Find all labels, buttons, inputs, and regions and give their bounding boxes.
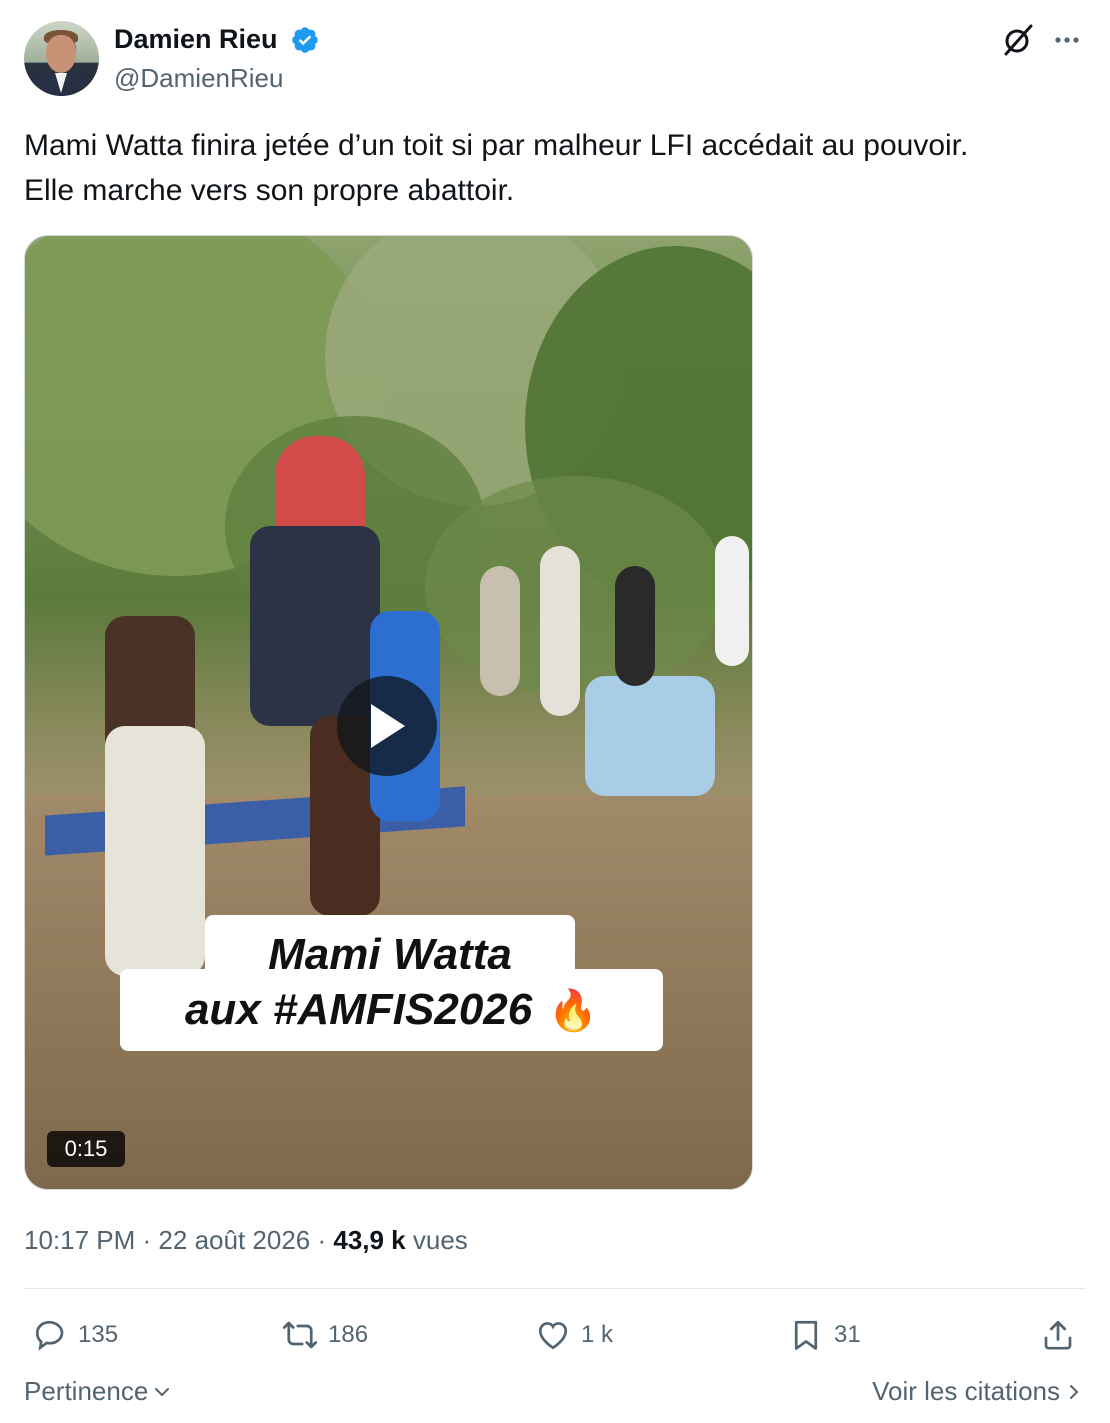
- verified-badge-icon: [292, 27, 318, 53]
- share-button[interactable]: [1040, 1314, 1086, 1356]
- views-count: 43,9 k: [333, 1225, 406, 1255]
- share-icon: [1044, 1320, 1072, 1350]
- tweet-text: Mami Watta finira jetée d’un toit si par…: [24, 123, 1084, 213]
- like-button[interactable]: 1 k: [535, 1314, 613, 1356]
- reply-button[interactable]: 135: [32, 1314, 118, 1356]
- play-button[interactable]: [337, 676, 437, 776]
- meta-separator: ·: [317, 1225, 334, 1255]
- video-thumbnail[interactable]: Mami Watta aux #AMFIS2026 🔥 0:15: [24, 235, 753, 1190]
- repost-icon: [282, 1321, 318, 1349]
- caption-text-2: aux #AMFIS2026: [184, 985, 533, 1034]
- tweet-line-2: Elle marche vers son propre abattoir.: [24, 174, 515, 207]
- like-count: 1 k: [581, 1321, 614, 1348]
- play-icon: [371, 704, 405, 748]
- sort-dropdown[interactable]: Pertinence: [24, 1376, 172, 1407]
- author-handle[interactable]: @DamienRieu: [114, 62, 283, 94]
- tweet-time[interactable]: 10:17 PM: [24, 1225, 135, 1255]
- repost-button[interactable]: 186: [282, 1314, 368, 1356]
- grok-icon[interactable]: [1000, 22, 1036, 58]
- sort-label: Pertinence: [24, 1376, 149, 1406]
- divider: [24, 1288, 1086, 1289]
- avatar[interactable]: [24, 21, 99, 96]
- reply-icon: [35, 1320, 64, 1351]
- avatar-face: [46, 35, 76, 73]
- person: [105, 726, 205, 976]
- chevron-right-icon: [1070, 1384, 1079, 1399]
- video-caption-line-2: aux #AMFIS2026 🔥: [120, 969, 663, 1051]
- bookmark-button[interactable]: 31: [788, 1314, 861, 1356]
- person: [585, 676, 715, 796]
- video-duration-badge: 0:15: [47, 1131, 125, 1167]
- reply-count: 135: [78, 1321, 119, 1348]
- tweet-date[interactable]: 22 août 2026: [158, 1225, 310, 1255]
- quotes-label: Voir les citations: [872, 1376, 1060, 1406]
- like-icon: [538, 1322, 568, 1350]
- tweet-meta: 10:17 PM · 22 août 2026 · 43,9 k vues: [24, 1222, 468, 1258]
- bookmark-icon: [794, 1320, 818, 1350]
- person: [715, 536, 749, 666]
- author-name[interactable]: Damien Rieu: [114, 23, 278, 55]
- more-icon[interactable]: [1050, 26, 1084, 54]
- person: [540, 546, 580, 716]
- fire-emoji: 🔥: [548, 988, 599, 1033]
- tweet-line-1: Mami Watta finira jetée d’un toit si par…: [24, 129, 969, 162]
- bookmark-count: 31: [834, 1321, 861, 1348]
- view-quotes-link[interactable]: Voir les citations: [872, 1376, 1084, 1407]
- person: [615, 566, 655, 686]
- meta-separator: ·: [142, 1225, 159, 1255]
- chevron-down-icon: [155, 1387, 170, 1396]
- person: [480, 566, 520, 696]
- views-label: vues: [412, 1225, 468, 1255]
- repost-count: 186: [328, 1321, 369, 1348]
